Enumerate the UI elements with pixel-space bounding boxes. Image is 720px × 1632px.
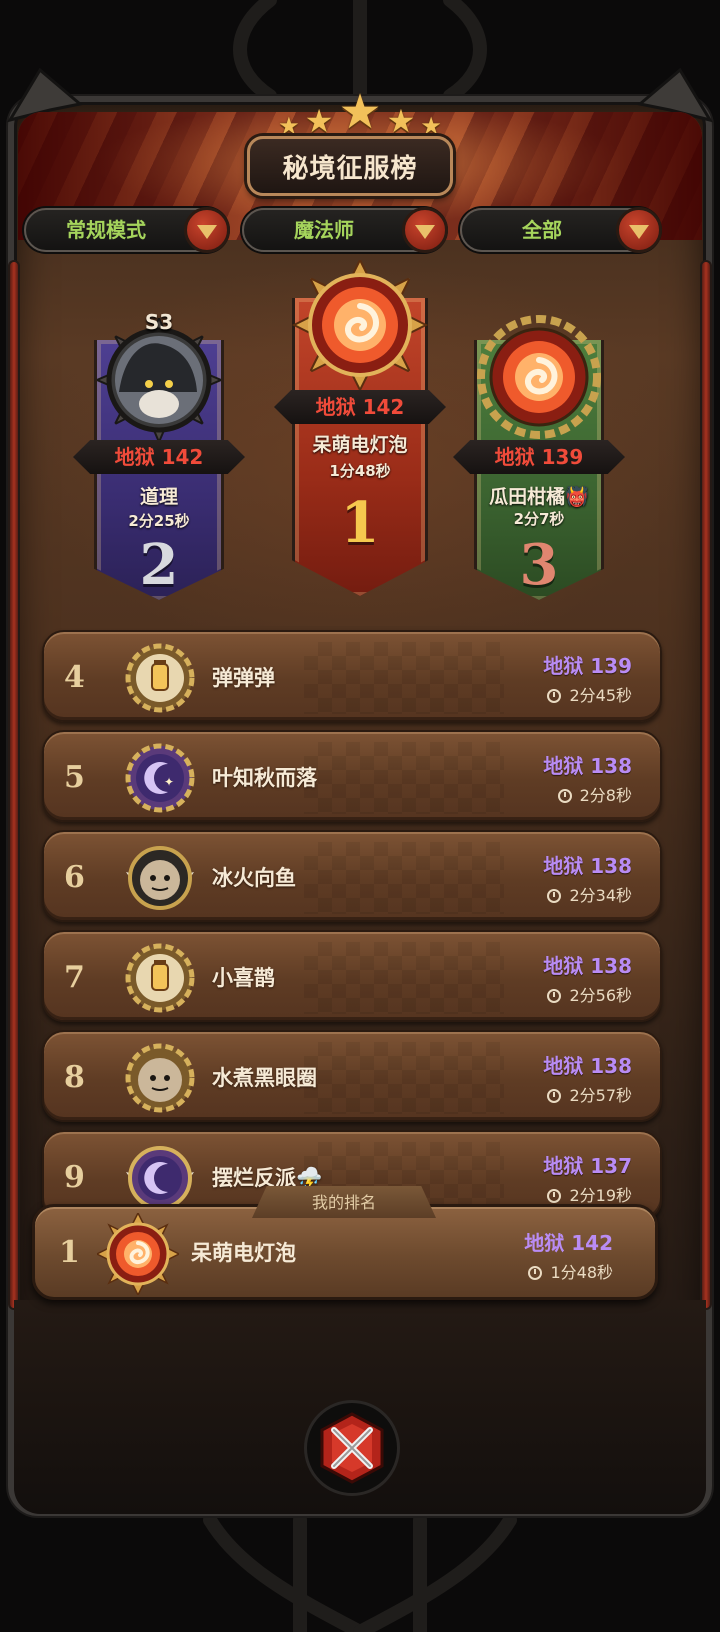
clock-icon xyxy=(547,989,562,1003)
my-rank-number: 1 xyxy=(59,1235,80,1270)
podium-score-first: 地狱 142 xyxy=(274,390,446,424)
ranking-row[interactable]: 5 ✦ 叶知秋而落 地狱 138 2分8秒 xyxy=(42,730,662,822)
row-name: 冰火向鱼 xyxy=(212,866,296,890)
row-rank: 7 xyxy=(64,960,85,995)
star-icon: ★ xyxy=(386,102,416,140)
frame-left-rail xyxy=(8,260,20,1310)
podium-name-first: 呆萌电灯泡 xyxy=(312,434,408,456)
row-score: 地狱 137 xyxy=(543,1154,632,1178)
my-rank-name: 呆萌电灯泡 xyxy=(191,1241,296,1265)
goblin-face-icon xyxy=(126,846,194,910)
podium-score-second: 地狱 142 xyxy=(73,440,245,474)
row-rank: 8 xyxy=(64,1060,85,1095)
my-rank-row[interactable]: 1 呆萌电灯泡 地狱 142 1分48秒 xyxy=(32,1204,658,1300)
row-rank: 4 xyxy=(64,660,85,695)
podium-score-third: 地狱 139 xyxy=(453,440,625,474)
row-time: 2分56秒 xyxy=(547,982,632,1006)
clock-icon xyxy=(547,1189,562,1203)
fire-swirl-icon xyxy=(97,1213,179,1295)
row-name: 弹弹弹 xyxy=(212,666,275,690)
fire-swirl-icon xyxy=(291,260,429,390)
clock-icon xyxy=(547,889,562,903)
star-icon: ★ xyxy=(338,84,382,140)
clock-icon xyxy=(547,1089,562,1103)
row-time-text: 2分45秒 xyxy=(569,686,632,705)
lantern-icon xyxy=(125,943,195,1013)
row-score: 地狱 138 xyxy=(543,754,632,778)
filter-class-label: 魔法师 xyxy=(294,218,354,242)
lantern-icon xyxy=(125,643,195,713)
podium-rank-third: 3 xyxy=(519,532,559,598)
my-rank-tag: 我的排名 xyxy=(252,1186,436,1218)
podium-rank-second: 2 xyxy=(139,532,179,598)
star-icon: ★ xyxy=(304,102,334,140)
row-score: 地狱 138 xyxy=(543,1054,632,1078)
close-icon xyxy=(320,1412,384,1484)
ranking-row[interactable]: 6 冰火向鱼 地狱 138 2分34秒 xyxy=(42,830,662,922)
row-name: 叶知秋而落 xyxy=(212,766,317,790)
my-rank-time: 1分48秒 xyxy=(528,1259,613,1283)
moon-star-icon: ✦ xyxy=(125,743,195,813)
row-time: 2分19秒 xyxy=(547,1182,632,1206)
row-rank: 6 xyxy=(64,860,85,895)
filter-class-dropdown[interactable]: 魔法师 xyxy=(242,207,448,253)
row-time-text: 2分8秒 xyxy=(579,786,632,805)
podium-time-third: 2分7秒 xyxy=(513,510,565,528)
filter-bar: 常规模式 魔法师 全部 xyxy=(24,207,696,254)
hooded-cat-avatar xyxy=(97,318,221,442)
row-time: 2分8秒 xyxy=(557,782,632,806)
podium-rank-first: 1 xyxy=(340,490,380,556)
row-score: 地狱 138 xyxy=(543,854,632,878)
podium-third[interactable]: 地狱 139 瓜田柑橘👹 2分7秒 3 xyxy=(444,310,634,606)
row-time: 2分45秒 xyxy=(547,682,632,706)
ranking-row[interactable]: 7 小喜鹊 地狱 138 2分56秒 xyxy=(42,930,662,1022)
row-score: 地狱 139 xyxy=(543,654,632,678)
row-time-text: 2分56秒 xyxy=(569,986,632,1005)
ogre-emoji-icon: 👹 xyxy=(565,486,589,508)
goblin-face-icon xyxy=(125,1043,195,1113)
chevron-down-icon[interactable] xyxy=(616,207,662,253)
clock-icon xyxy=(557,789,572,803)
star-rating: ★ ★ ★ ★ ★ xyxy=(0,84,720,140)
ranking-row[interactable]: 4 弹弹弹 地狱 139 2分45秒 xyxy=(42,630,662,722)
row-time-text: 2分57秒 xyxy=(569,1086,632,1105)
podium-name-third-text: 瓜田柑橘 xyxy=(489,486,566,508)
podium-second[interactable]: S3 地狱 142 道理 2分25秒 2 xyxy=(64,300,254,606)
chevron-down-icon[interactable] xyxy=(402,207,448,253)
podium-time-first: 1分48秒 xyxy=(329,462,391,480)
podium-name-third: 瓜田柑橘👹 xyxy=(444,482,634,509)
chevron-down-icon[interactable] xyxy=(184,207,230,253)
row-name: 小喜鹊 xyxy=(212,966,275,990)
fire-swirl-icon xyxy=(477,315,601,439)
close-button[interactable] xyxy=(304,1400,400,1496)
filter-scope-dropdown[interactable]: 全部 xyxy=(460,207,662,253)
clock-icon xyxy=(528,1266,543,1280)
frame-right-rail xyxy=(700,260,712,1310)
filter-mode-dropdown[interactable]: 常规模式 xyxy=(24,207,230,253)
podium-name-second: 道理 xyxy=(139,486,178,508)
ranking-row[interactable]: 8 水煮黑眼圈 地狱 138 2分57秒 xyxy=(42,1030,662,1122)
filter-scope-label: 全部 xyxy=(522,218,562,242)
row-score: 地狱 138 xyxy=(543,954,632,978)
row-time-text: 2分34秒 xyxy=(569,886,632,905)
podium-first[interactable]: 地狱 142 呆萌电灯泡 1分48秒 1 xyxy=(256,258,464,598)
podium-time-second: 2分25秒 xyxy=(128,512,190,530)
row-time: 2分34秒 xyxy=(547,882,632,906)
row-time: 2分57秒 xyxy=(547,1082,632,1106)
page-title: 秘境征服榜 xyxy=(247,136,453,196)
my-rank-time-text: 1分48秒 xyxy=(550,1263,613,1282)
season-badge: S3 xyxy=(144,310,174,334)
my-rank-score: 地狱 142 xyxy=(524,1231,613,1255)
svg-text:✦: ✦ xyxy=(164,775,174,789)
row-time-text: 2分19秒 xyxy=(569,1186,632,1205)
row-rank: 5 xyxy=(64,760,85,795)
clock-icon xyxy=(547,689,562,703)
row-name: 水煮黑眼圈 xyxy=(212,1066,317,1090)
filter-mode-label: 常规模式 xyxy=(66,218,146,242)
